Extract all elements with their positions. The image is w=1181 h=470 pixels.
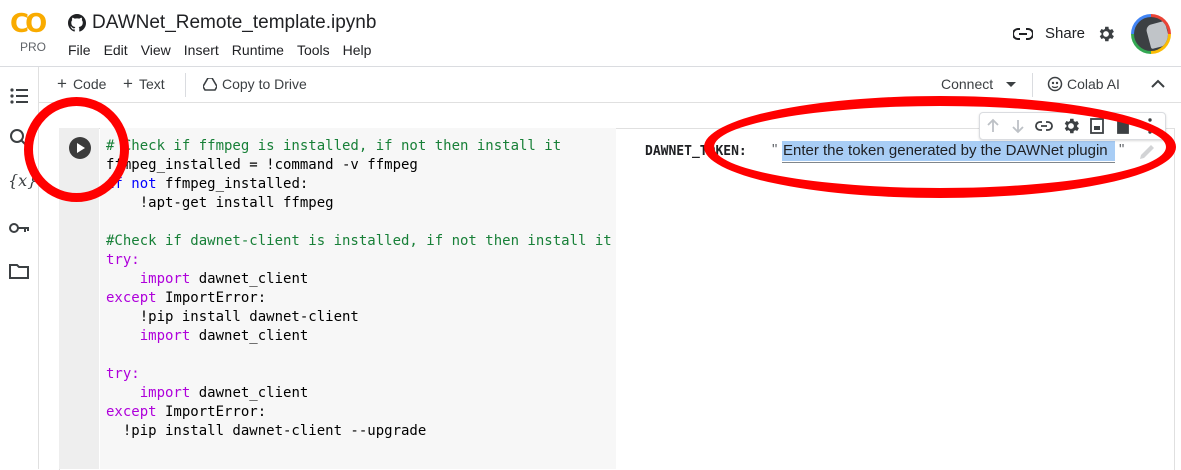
code-line-8: import dawnet_client xyxy=(139,271,309,287)
code-line-16: !pip install dawnet-client --upgrade xyxy=(106,423,427,439)
add-text-label: Text xyxy=(138,76,165,92)
plus-icon: + xyxy=(123,74,133,93)
menu-insert[interactable]: Insert xyxy=(184,42,219,58)
code-line-11: import dawnet_client xyxy=(139,328,309,344)
user-avatar[interactable] xyxy=(1131,14,1171,54)
menu-file[interactable]: File xyxy=(68,42,91,58)
dropdown-caret-icon[interactable] xyxy=(1006,81,1017,87)
colab-logo[interactable]: CO PRO xyxy=(10,10,54,56)
code-line-13: try: xyxy=(106,366,140,382)
menu-runtime[interactable]: Runtime xyxy=(232,42,284,58)
link-icon xyxy=(1013,27,1033,40)
colab-logo-text: CO xyxy=(10,9,47,39)
code-line-14: import dawnet_client xyxy=(139,385,309,401)
code-line-4: !apt-get install ffmpeg xyxy=(106,195,334,211)
plus-icon: + xyxy=(57,74,67,93)
code-editor-text[interactable]: # Check if ffmpeg is installed, if not t… xyxy=(106,137,612,441)
annotation-ellipse-token-field xyxy=(704,96,1176,198)
connect-label: Connect xyxy=(941,76,994,92)
code-line-2: ffmpeg_installed = !command -v ffmpeg xyxy=(106,157,418,173)
github-icon xyxy=(68,14,86,32)
notebook-title-row: DAWNet_Remote_template.ipynb xyxy=(68,12,376,34)
toolbar-divider xyxy=(1032,73,1033,97)
notebook-title[interactable]: DAWNet_Remote_template.ipynb xyxy=(92,12,376,34)
google-drive-icon xyxy=(203,77,217,91)
settings-gear-icon[interactable] xyxy=(1096,24,1116,44)
variables-icon[interactable]: {x} xyxy=(8,171,37,193)
menu-view[interactable]: View xyxy=(141,42,171,58)
copy-to-drive-label: Copy to Drive xyxy=(222,76,307,92)
secrets-key-icon[interactable] xyxy=(8,217,30,239)
share-button[interactable]: Share xyxy=(1013,25,1085,42)
table-of-contents-icon[interactable] xyxy=(8,85,30,107)
code-line-15: except ImportError: xyxy=(106,404,267,420)
share-label: Share xyxy=(1045,25,1086,42)
annotation-circle-run-button xyxy=(24,97,129,202)
add-code-label: Code xyxy=(72,76,107,92)
connect-button[interactable]: Connect xyxy=(941,76,1017,92)
pro-badge: PRO xyxy=(20,40,47,54)
code-line-3: if not ffmpeg_installed: xyxy=(106,176,309,192)
app-header: CO PRO DAWNet_Remote_template.ipynb File… xyxy=(0,0,1181,67)
code-line-10: !pip install dawnet-client xyxy=(106,309,359,325)
colab-ai-icon xyxy=(1047,76,1063,92)
add-code-button[interactable]: + Code xyxy=(57,74,107,93)
menu-tools[interactable]: Tools xyxy=(297,42,330,58)
menu-bar: File Edit View Insert Runtime Tools Help xyxy=(68,42,384,58)
add-text-button[interactable]: + Text xyxy=(123,74,165,93)
copy-to-drive-button[interactable]: Copy to Drive xyxy=(203,76,307,92)
toolbar-divider xyxy=(185,73,186,97)
collapse-chevron-up-icon[interactable] xyxy=(1151,79,1165,89)
menu-edit[interactable]: Edit xyxy=(104,42,128,58)
code-line-6: #Check if dawnet-client is installed, if… xyxy=(106,233,612,249)
colab-ai-button[interactable]: Colab AI xyxy=(1047,76,1120,92)
code-line-9: except ImportError: xyxy=(106,290,267,306)
colab-ai-label: Colab AI xyxy=(1067,76,1120,92)
code-line-7: try: xyxy=(106,252,140,268)
menu-help[interactable]: Help xyxy=(343,42,372,58)
code-line-1: # Check if ffmpeg is installed, if not t… xyxy=(106,138,562,154)
files-folder-icon[interactable] xyxy=(8,260,30,282)
